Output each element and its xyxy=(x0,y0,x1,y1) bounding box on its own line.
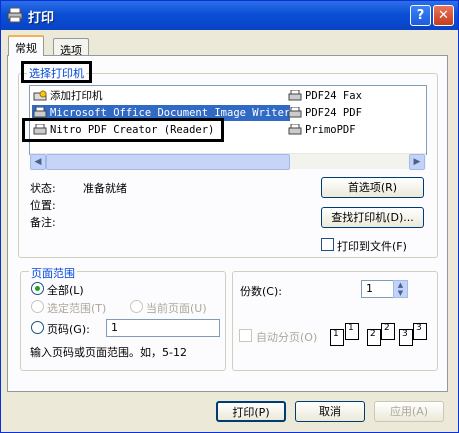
cancel-button[interactable]: 取消 xyxy=(295,401,365,422)
close-button[interactable]: ✕ xyxy=(433,5,454,26)
printer-icon xyxy=(7,7,23,23)
printer-item-label: 添加打印机 xyxy=(50,90,103,102)
preferences-button[interactable]: 首选项(R) xyxy=(321,177,424,198)
range-pages-radio[interactable] xyxy=(31,321,44,334)
scroll-left-icon[interactable]: ◀ xyxy=(30,154,46,170)
printer-list-scrollbar[interactable]: ◀ ▶ xyxy=(30,153,426,170)
collate-page-icon: 3 xyxy=(399,329,413,346)
print-button[interactable]: 打印(P) xyxy=(216,401,286,422)
range-selection-label: 选定范围(T) xyxy=(47,302,107,315)
location-label: 位置: xyxy=(30,199,56,212)
scroll-thumb[interactable] xyxy=(46,154,290,170)
scroll-right-icon[interactable]: ▶ xyxy=(409,154,425,170)
collate-checkbox[interactable] xyxy=(239,329,252,342)
page-range-legend: 页面范围 xyxy=(29,265,77,281)
copies-input[interactable]: 1 xyxy=(361,280,395,298)
copies-spinner[interactable]: ▲ ▼ xyxy=(393,280,408,298)
pages-input[interactable]: 1 xyxy=(106,319,220,337)
printer-icon xyxy=(288,107,302,118)
printer-item-label: PDF24 PDF xyxy=(305,107,362,119)
collate-page-icon: 3 xyxy=(413,323,427,340)
printer-item-pdf24-fax[interactable]: PDF24 Fax xyxy=(287,88,362,104)
highlight-box-nitro xyxy=(22,118,224,142)
highlight-box-legend xyxy=(21,61,92,83)
printer-icon xyxy=(288,90,302,101)
find-printer-button[interactable]: 查找打印机(D)... xyxy=(321,207,424,228)
printer-icon xyxy=(288,124,302,135)
collate-label: 自动分页(O) xyxy=(256,331,318,344)
status-label: 状态: xyxy=(30,182,56,195)
collate-page-icon: 1 xyxy=(330,329,344,346)
collate-page-icon: 2 xyxy=(367,329,381,346)
printer-item-pdf24-pdf[interactable]: PDF24 PDF xyxy=(287,105,362,121)
tab-general[interactable]: 常规 xyxy=(8,35,44,56)
printer-item-primopdf[interactable]: PrimoPDF xyxy=(287,122,356,138)
title-bar: 打印 ? ✕ xyxy=(1,1,458,30)
apply-button[interactable]: 应用(A) xyxy=(374,401,444,422)
range-current-page-label: 当前页面(U) xyxy=(146,302,207,315)
print-dialog: 打印 ? ✕ 常规 选项 选择打印机 添加打印机 Microsoft Offic… xyxy=(0,0,459,433)
range-all-radio[interactable] xyxy=(31,282,44,295)
spin-down-icon[interactable]: ▼ xyxy=(394,289,407,297)
status-value: 准备就绪 xyxy=(83,182,127,195)
range-pages-label: 页码(G): xyxy=(47,323,90,336)
help-button[interactable]: ? xyxy=(410,5,431,26)
spin-up-icon[interactable]: ▲ xyxy=(394,281,407,289)
add-printer-icon xyxy=(33,90,47,101)
printer-item-label: PrimoPDF xyxy=(305,124,356,136)
comment-label: 备注: xyxy=(30,216,56,229)
collate-page-icon: 1 xyxy=(345,323,359,340)
range-all-label: 全部(L) xyxy=(47,284,84,297)
page-range-hint: 输入页码或页面范围。如，5-12 xyxy=(30,346,187,359)
print-to-file-checkbox[interactable] xyxy=(321,238,334,251)
copies-label: 份数(C): xyxy=(240,285,282,298)
window-title: 打印 xyxy=(28,11,55,26)
print-to-file-label: 打印到文件(F) xyxy=(337,240,407,253)
printer-item-add[interactable]: 添加打印机 xyxy=(32,88,103,104)
printer-item-label: PDF24 Fax xyxy=(305,90,362,102)
collate-page-icon: 2 xyxy=(381,323,395,340)
range-selection-radio[interactable] xyxy=(31,300,44,313)
range-current-page-radio[interactable] xyxy=(130,300,143,313)
